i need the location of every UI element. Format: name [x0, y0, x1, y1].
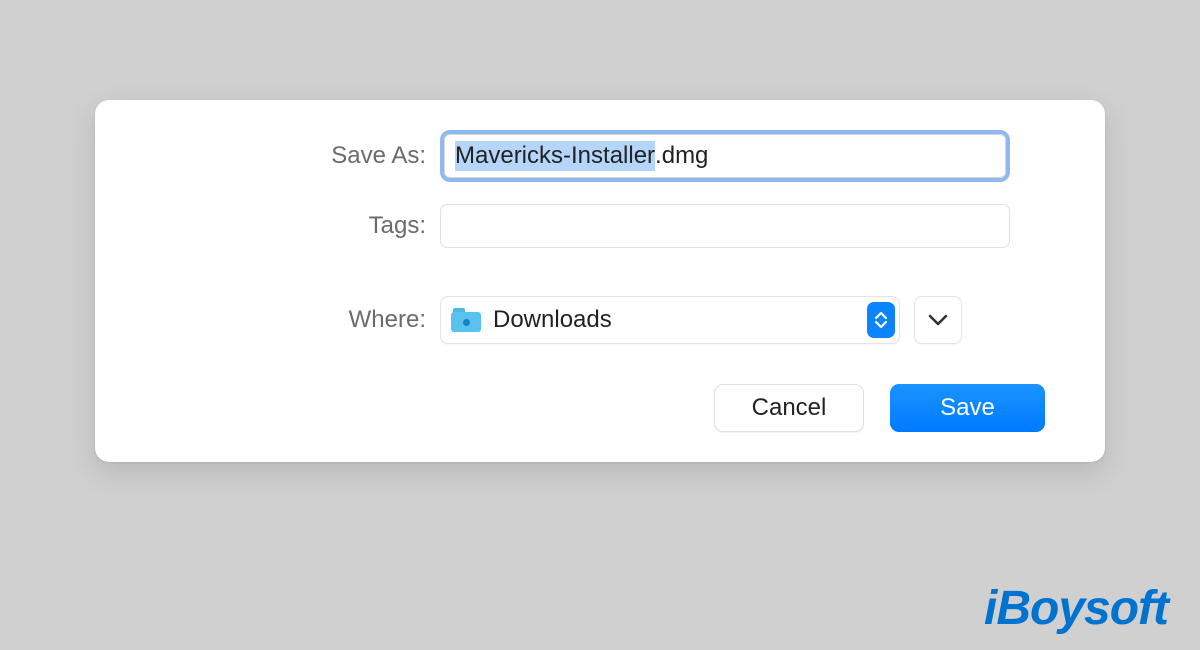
folder-icon [451, 308, 481, 332]
where-row: Where: Downloads [135, 296, 1065, 344]
save-as-input[interactable]: Mavericks-Installer.dmg [444, 134, 1006, 178]
save-as-selected-text: Mavericks-Installer [455, 141, 655, 171]
chevron-down-icon [928, 313, 948, 327]
updown-stepper-icon[interactable] [867, 302, 895, 338]
where-select[interactable]: Downloads [440, 296, 900, 344]
expand-button[interactable] [914, 296, 962, 344]
where-label: Where: [135, 306, 440, 334]
save-as-row: Save As: Mavericks-Installer.dmg [135, 130, 1065, 182]
watermark-logo: iBoysoft [984, 581, 1168, 636]
save-button[interactable]: Save [890, 384, 1045, 432]
where-folder-name: Downloads [493, 306, 867, 334]
cancel-button[interactable]: Cancel [714, 384, 864, 432]
tags-label: Tags: [135, 212, 440, 240]
tags-input[interactable] [440, 204, 1010, 248]
dialog-buttons: Cancel Save [135, 384, 1065, 432]
tags-row: Tags: [135, 204, 1065, 248]
save-as-label: Save As: [135, 142, 440, 170]
save-as-focus-ring: Mavericks-Installer.dmg [440, 130, 1010, 182]
save-dialog: Save As: Mavericks-Installer.dmg Tags: W… [95, 100, 1105, 462]
save-as-extension-text: .dmg [655, 142, 708, 170]
